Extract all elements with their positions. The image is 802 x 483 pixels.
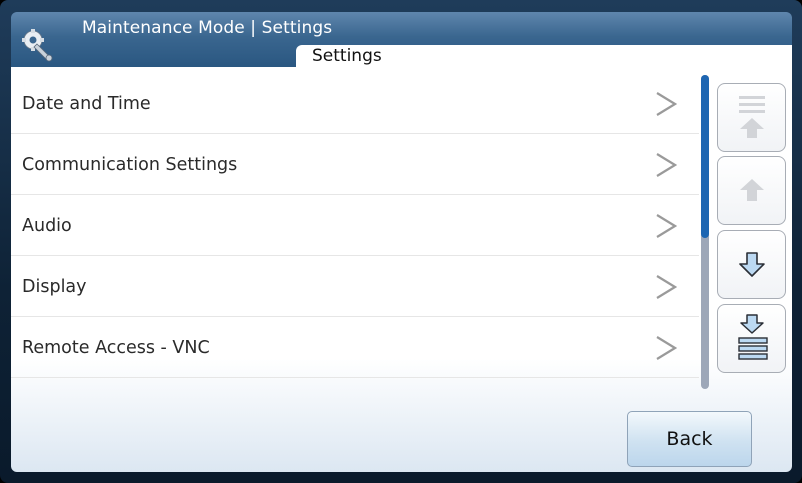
list-item-label: Display xyxy=(22,277,87,297)
scroll-to-bottom-icon xyxy=(738,314,768,360)
scroll-down-icon xyxy=(739,252,765,277)
chevron-right-icon xyxy=(656,214,677,238)
gear-wrench-icon xyxy=(20,28,54,62)
window-title: Maintenance Mode | Settings xyxy=(82,18,333,38)
tab-label: Settings xyxy=(312,46,382,66)
settings-panel: Date and Time Communication Settings Aud… xyxy=(11,67,792,472)
list-item-label: Audio xyxy=(22,216,72,236)
list-item-label: Communication Settings xyxy=(22,155,238,175)
chevron-right-icon xyxy=(656,153,677,177)
list-item-audio[interactable]: Audio xyxy=(11,195,699,256)
settings-list: Date and Time Communication Settings Aud… xyxy=(11,73,699,378)
list-item-label: Remote Access - VNC xyxy=(22,338,210,358)
list-item-communication-settings[interactable]: Communication Settings xyxy=(11,134,699,195)
list-item-display[interactable]: Display xyxy=(11,256,699,317)
scroll-up-icon xyxy=(740,179,764,201)
list-item-label: Date and Time xyxy=(22,94,151,114)
chevron-right-icon xyxy=(656,275,677,299)
scroll-down-button[interactable] xyxy=(717,230,786,299)
list-item-remote-access-vnc[interactable]: Remote Access - VNC xyxy=(11,317,699,378)
back-button-label: Back xyxy=(666,428,713,450)
chevron-right-icon xyxy=(656,336,677,360)
chevron-right-icon xyxy=(656,92,677,116)
scroll-to-top-icon xyxy=(739,96,765,138)
scroll-up-button[interactable] xyxy=(717,156,786,225)
tab-settings[interactable]: Settings xyxy=(296,45,792,67)
scrollbar-thumb[interactable] xyxy=(701,75,709,238)
list-item-date-and-time[interactable]: Date and Time xyxy=(11,73,699,134)
scroll-to-top-button[interactable] xyxy=(717,83,786,152)
scroll-to-bottom-button[interactable] xyxy=(717,304,786,373)
back-button[interactable]: Back xyxy=(627,411,752,467)
